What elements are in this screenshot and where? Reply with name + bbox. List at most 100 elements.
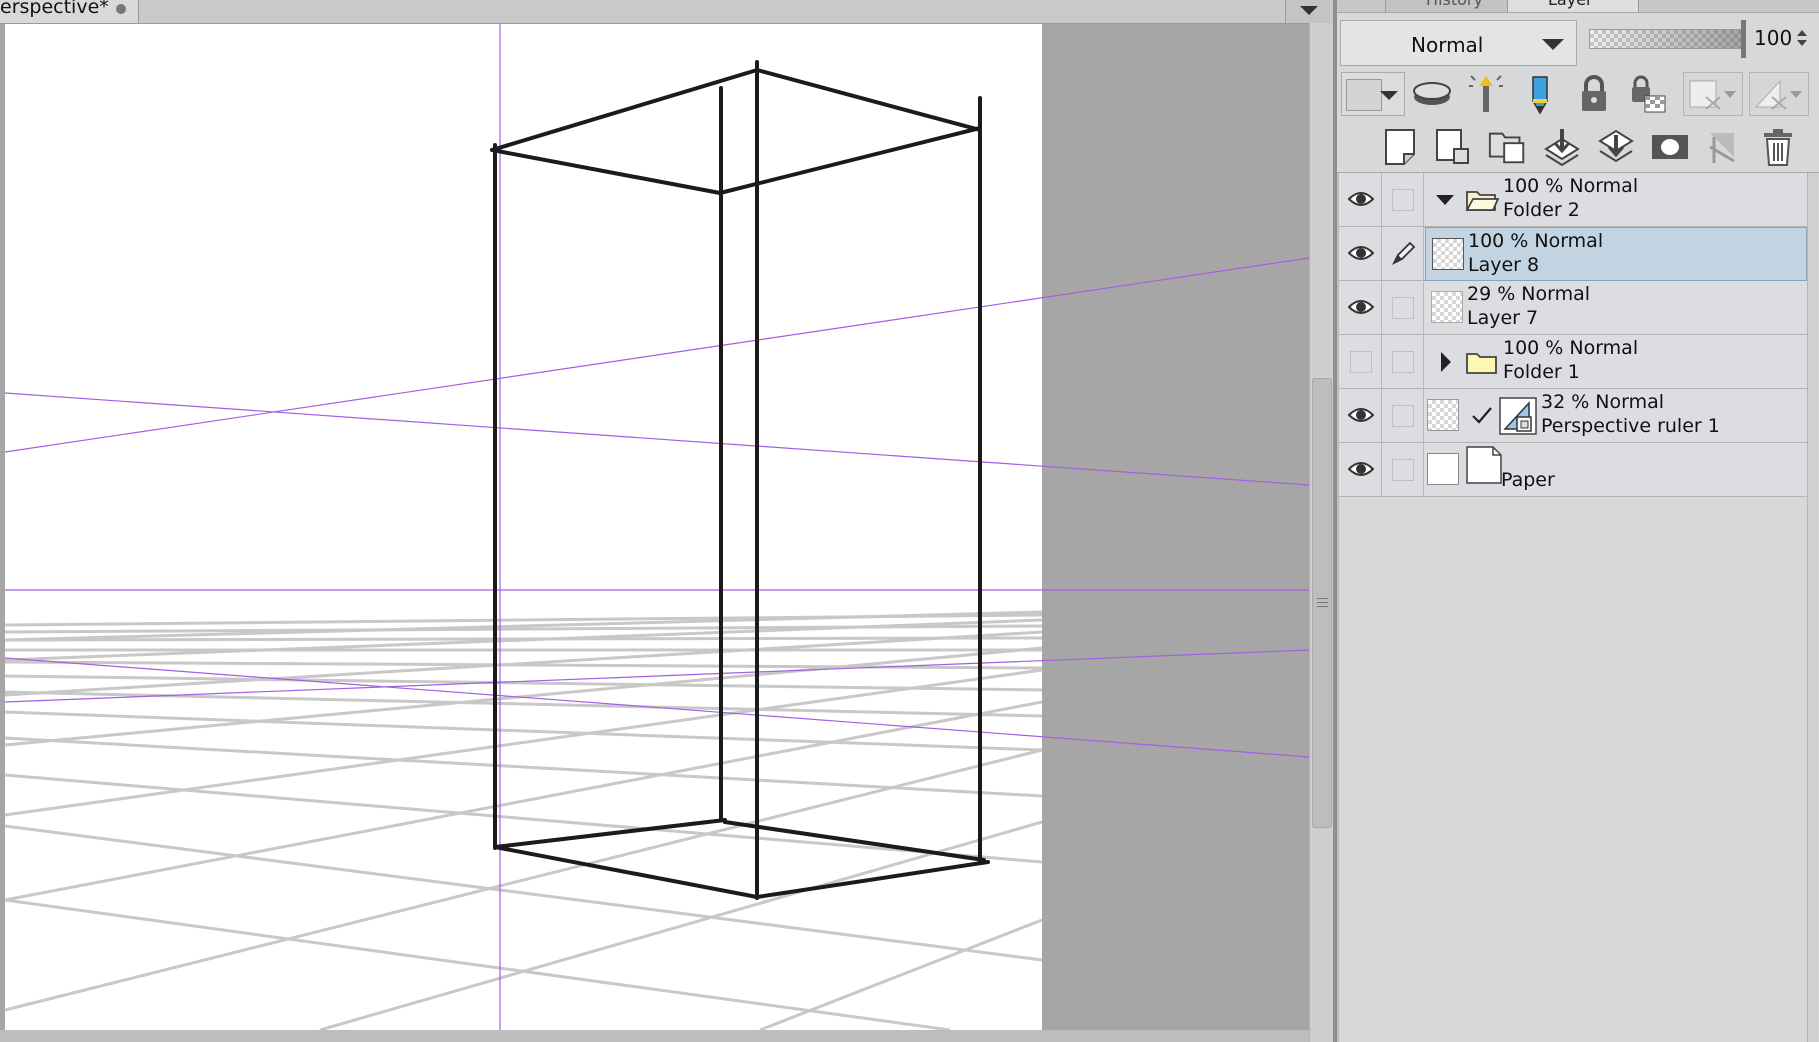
edit-target-cell[interactable] [1382, 443, 1424, 497]
opacity-slider[interactable] [1589, 29, 1744, 49]
tab-history[interactable]: History [1385, 0, 1509, 12]
tab-history-label: History [1426, 0, 1483, 9]
paper-layer-icon [1466, 446, 1502, 484]
eye-icon [1348, 246, 1374, 260]
visibility-toggle[interactable] [1339, 281, 1382, 335]
layer-blend: Normal [1569, 175, 1639, 197]
layer-row-folder-1[interactable]: 100 % Normal Folder 1 [1339, 335, 1807, 389]
layer-blend: Normal [1595, 391, 1665, 413]
layer-content[interactable]: 29 % Normal Layer 7 [1425, 281, 1807, 335]
layer-row-layer-7[interactable]: 29 % Normal Layer 7 [1339, 281, 1807, 335]
opacity-value[interactable]: 100 [1754, 26, 1792, 50]
layer-content[interactable]: 100 % Normal Folder 2 [1425, 173, 1807, 227]
visibility-toggle[interactable] [1339, 389, 1382, 443]
blend-mode-dropdown[interactable]: Normal [1340, 20, 1577, 66]
scrollbar-thumb[interactable] [1312, 378, 1332, 828]
ruler-range-dropdown[interactable] [1749, 72, 1809, 116]
panel-tabs: History Layer [1337, 0, 1819, 13]
layer-name: Paper [1501, 469, 1555, 491]
document-tab-title: erspective* [0, 0, 109, 18]
layer-thumbnail [1427, 399, 1459, 431]
layer-name: Folder 2 [1503, 199, 1580, 221]
visibility-toggle[interactable] [1339, 227, 1382, 281]
lock-transparent-pixels-icon[interactable] [1627, 73, 1669, 115]
eye-icon [1348, 408, 1374, 422]
eye-icon [1348, 462, 1374, 476]
layer-name: Perspective ruler 1 [1541, 415, 1720, 437]
opacity-slider-handle[interactable] [1741, 20, 1746, 58]
perspective-ruler-icon [1499, 397, 1537, 435]
visibility-toggle[interactable] [1339, 443, 1382, 497]
layer-content[interactable]: 100 % Normal Layer 8 [1425, 227, 1807, 281]
eye-icon [1348, 192, 1374, 206]
tab-layer-label: Layer [1548, 0, 1593, 9]
reference-layer-icon[interactable] [1465, 73, 1507, 115]
layer-panel: History Layer Normal 100 [1337, 0, 1819, 1042]
layer-blend: Normal [1569, 337, 1639, 359]
layer-opacity: 29 % [1467, 283, 1516, 305]
layer-thumbnail [1427, 453, 1459, 485]
layer-toolbar-top [1337, 68, 1819, 120]
lock-layer-icon[interactable] [1573, 73, 1615, 115]
apply-mask-icon[interactable] [1703, 126, 1745, 168]
layer-opacity: 100 % [1503, 337, 1564, 359]
drawing-canvas[interactable] [0, 0, 1309, 1030]
folder-open-icon [1465, 191, 1499, 211]
edit-target-cell[interactable] [1382, 281, 1424, 335]
chevron-down-icon [1542, 39, 1564, 50]
layer-toolbar-bottom [1337, 122, 1819, 173]
new-vector-layer-icon[interactable] [1433, 126, 1475, 168]
blend-mode-value: Normal [1411, 33, 1484, 57]
transfer-to-lower-layer-icon[interactable] [1541, 126, 1583, 168]
visibility-toggle[interactable] [1339, 173, 1382, 227]
edit-target-cell[interactable] [1382, 173, 1424, 227]
canvas-area[interactable]: erspective* [0, 0, 1337, 1042]
opacity-spinner[interactable] [1797, 30, 1807, 48]
layer-thumbnail [1431, 291, 1463, 323]
new-raster-layer-icon[interactable] [1379, 126, 1421, 168]
layer-thumbnail [1432, 238, 1464, 270]
layer-list[interactable]: 100 % Normal Folder 2 100 % Normal Layer 8 [1339, 173, 1807, 1042]
enable-mask-dropdown[interactable] [1683, 72, 1743, 116]
canvas-vertical-scrollbar[interactable] [1309, 23, 1334, 1042]
layer-content[interactable]: 32 % Normal Perspective ruler 1 [1425, 389, 1807, 443]
layer-content[interactable]: Paper [1425, 443, 1807, 497]
layer-content[interactable]: 100 % Normal Folder 1 [1425, 335, 1807, 389]
layer-row-folder-2[interactable]: 100 % Normal Folder 2 [1339, 173, 1807, 227]
folder-expanded-caret-icon[interactable] [1435, 193, 1455, 207]
draft-layer-pencil-icon[interactable] [1519, 73, 1561, 115]
layer-opacity: 100 % [1468, 230, 1529, 252]
layer-blend: Normal [1521, 283, 1591, 305]
tab-menu-button[interactable] [1285, 0, 1330, 23]
edit-target-cell[interactable] [1382, 389, 1424, 443]
layer-opacity: 100 % [1503, 175, 1564, 197]
visibility-toggle[interactable] [1339, 335, 1382, 389]
folder-collapsed-caret-icon[interactable] [1439, 351, 1453, 373]
eye-icon [1348, 300, 1374, 314]
layer-opacity: 32 % [1541, 391, 1590, 413]
layer-name: Folder 1 [1503, 361, 1580, 383]
document-tab-bar: erspective* [0, 0, 1337, 24]
layer-row-layer-8[interactable]: 100 % Normal Layer 8 [1339, 227, 1807, 281]
layer-row-paper[interactable]: Paper [1339, 443, 1807, 497]
edit-target-cell[interactable] [1382, 335, 1424, 389]
clip-to-layer-below-icon[interactable] [1411, 73, 1453, 115]
delete-layer-icon[interactable] [1757, 126, 1799, 168]
new-layer-folder-icon[interactable] [1487, 126, 1529, 168]
document-tab[interactable]: erspective* [0, 0, 139, 23]
layer-color-button[interactable] [1341, 72, 1405, 116]
merge-with-layer-below-icon[interactable] [1595, 126, 1637, 168]
create-layer-mask-icon[interactable] [1649, 126, 1691, 168]
layer-list-scrollbar[interactable] [1807, 173, 1818, 1042]
edit-target-cell[interactable] [1382, 227, 1424, 281]
layer-row-perspective-ruler-1[interactable]: 32 % Normal Perspective ruler 1 [1339, 389, 1807, 443]
folder-icon [1466, 353, 1497, 374]
canvas-horizontal-scrollbar[interactable] [0, 1030, 1309, 1042]
layer-blend: Normal [1534, 230, 1604, 252]
chevron-down-icon [1300, 6, 1318, 15]
unsaved-dot-icon [116, 4, 126, 14]
pen-icon [1391, 241, 1416, 266]
tab-layer[interactable]: Layer [1507, 0, 1639, 12]
layer-name: Layer 7 [1467, 307, 1539, 329]
check-icon [1472, 407, 1492, 424]
